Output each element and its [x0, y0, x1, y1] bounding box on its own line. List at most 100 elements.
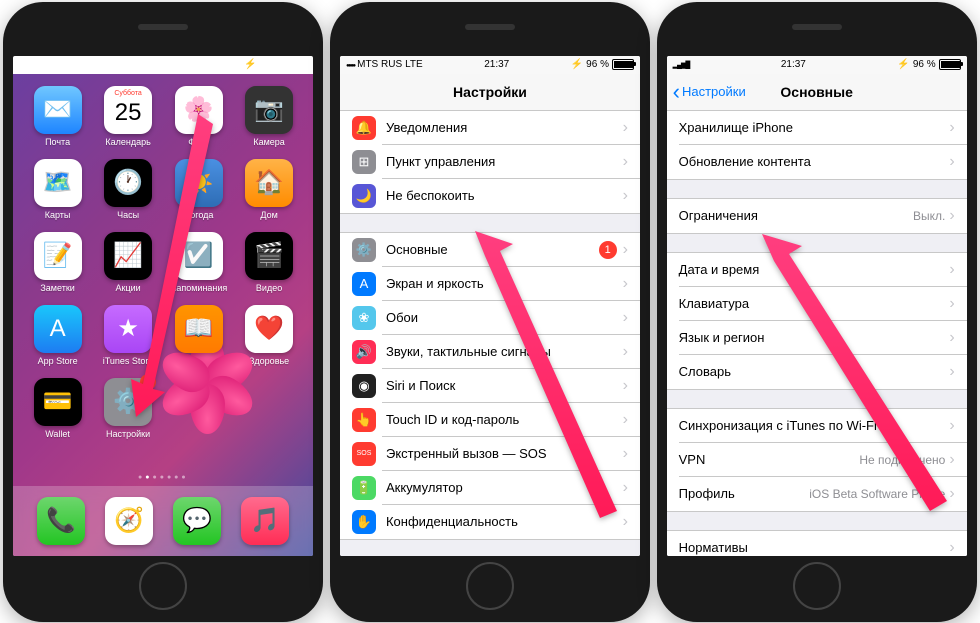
app-Карты[interactable]: 🗺️Карты [27, 159, 88, 220]
battery-icon [285, 59, 307, 70]
app-Календарь[interactable]: Суббота25Календарь [98, 86, 159, 147]
phone-general: 21:37 ⚡96 % Настройки Основные Хранилище… [657, 2, 977, 622]
app-Фото[interactable]: 🌸Фото [168, 86, 229, 147]
row-value: Не подключено [859, 453, 945, 467]
settings-row[interactable]: Клавиатура› [667, 287, 967, 321]
settings-row[interactable]: Дата и время› [667, 253, 967, 287]
app-iBooks[interactable]: 📖iBooks [168, 305, 229, 366]
settings-row[interactable]: Хранилище iPhone› [667, 111, 967, 145]
settings-row[interactable]: 🌙Не беспокоить› [340, 179, 640, 213]
settings-list[interactable]: 🔔Уведомления›⊞Пункт управления›🌙Не беспо… [340, 111, 640, 556]
app-Погода[interactable]: ☀️Погода [168, 159, 229, 220]
app-Wallet[interactable]: 💳Wallet [27, 378, 88, 439]
chevron-icon: › [623, 445, 628, 463]
app-Настройки[interactable]: ⚙️1Настройки [98, 378, 159, 439]
app-Видео[interactable]: 🎬Видео [239, 232, 300, 293]
row-icon: ❀ [352, 306, 376, 330]
settings-row[interactable]: VPNНе подключено› [667, 443, 967, 477]
row-label: Не беспокоить [386, 188, 623, 203]
dock-app[interactable]: 🎵 [241, 497, 289, 545]
settings-row[interactable]: Нормативы› [667, 531, 967, 556]
row-icon: 🔊 [352, 340, 376, 364]
app-iTunes Store[interactable]: ★iTunes Store [98, 305, 159, 366]
screen-home: MTS RUSLTE 21:36 ⚡96 % ✉️ПочтаСуббота25К… [13, 56, 313, 556]
settings-row[interactable]: Язык и регион› [667, 321, 967, 355]
settings-row[interactable]: Синхронизация с iTunes по Wi-Fi› [667, 409, 967, 443]
row-label: Словарь [679, 364, 950, 379]
app-Часы[interactable]: 🕐Часы [98, 159, 159, 220]
settings-row[interactable]: 🔔Уведомления› [340, 111, 640, 145]
home-button[interactable] [466, 562, 514, 610]
chevron-icon: › [949, 451, 954, 469]
settings-row[interactable]: ПрофильiOS Beta Software Profile› [667, 477, 967, 511]
phone-settings: MTS RUSLTE 21:37 ⚡96 % Настройки 🔔Уведом… [330, 2, 650, 622]
row-label: Siri и Поиск [386, 378, 623, 393]
row-label: Уведомления [386, 120, 623, 135]
chevron-icon: › [623, 309, 628, 327]
app-Камера[interactable]: 📷Камера [239, 86, 300, 147]
app-Почта[interactable]: ✉️Почта [27, 86, 88, 147]
dock: 📞 🧭 💬 🎵 [13, 486, 313, 556]
settings-row[interactable]: Словарь› [667, 355, 967, 389]
settings-row[interactable]: 👆Touch ID и код-пароль› [340, 403, 640, 437]
chevron-icon: › [623, 377, 628, 395]
home-button[interactable] [139, 562, 187, 610]
chevron-icon: › [949, 261, 954, 279]
phone-home: MTS RUSLTE 21:36 ⚡96 % ✉️ПочтаСуббота25К… [3, 2, 323, 622]
settings-row[interactable]: AЭкран и яркость› [340, 267, 640, 301]
settings-row[interactable]: ⊞Пункт управления› [340, 145, 640, 179]
settings-row[interactable]: Обновление контента› [667, 145, 967, 179]
status-bar: MTS RUSLTE 21:36 ⚡96 % [13, 56, 313, 74]
chevron-icon: › [623, 275, 628, 293]
signal-icon [346, 59, 354, 70]
status-bar: 21:37 ⚡96 % [667, 56, 967, 74]
signal-icon [19, 59, 27, 70]
clock: 21:36 [158, 59, 183, 70]
app-Дом[interactable]: 🏠Дом [239, 159, 300, 220]
dock-app[interactable]: 📞 [37, 497, 85, 545]
chevron-icon: › [623, 119, 628, 137]
row-label: Клавиатура [679, 296, 950, 311]
chevron-icon: › [949, 207, 954, 225]
row-label: Дата и время [679, 262, 950, 277]
app-Заметки[interactable]: 📝Заметки [27, 232, 88, 293]
clock: 21:37 [484, 59, 509, 70]
settings-row[interactable]: ⚙️Основные1› [340, 233, 640, 267]
app-Акции[interactable]: 📈Акции [98, 232, 159, 293]
chevron-icon: › [949, 363, 954, 381]
settings-row[interactable]: SOSЭкстренный вызов — SOS› [340, 437, 640, 471]
signal-icon [673, 59, 690, 70]
row-label: Touch ID и код-пароль [386, 412, 623, 427]
network: LTE [78, 59, 96, 70]
page-dots[interactable]: ●●●●●●● [13, 474, 313, 481]
home-button[interactable] [793, 562, 841, 610]
dock-app[interactable]: 🧭 [105, 497, 153, 545]
carrier: MTS RUS [30, 59, 75, 70]
back-button[interactable]: Настройки [673, 79, 746, 105]
clock: 21:37 [781, 59, 806, 70]
settings-row[interactable]: 🔊Звуки, тактильные сигналы› [340, 335, 640, 369]
home-screen[interactable]: ✉️ПочтаСуббота25Календарь🌸Фото📷Камера 🗺️К… [13, 74, 313, 556]
app-Напоминания[interactable]: ☑️Напоминания [168, 232, 229, 293]
dock-app[interactable]: 💬 [173, 497, 221, 545]
row-icon: 🔋 [352, 476, 376, 500]
settings-row[interactable]: ОграниченияВыкл.› [667, 199, 967, 233]
chevron-icon: › [949, 417, 954, 435]
row-label: Аккумулятор [386, 480, 623, 495]
page-title: Основные [780, 84, 853, 100]
settings-row[interactable]: 🔋Аккумулятор› [340, 471, 640, 505]
nav-bar: Настройки [340, 74, 640, 111]
row-label: Пункт управления [386, 154, 623, 169]
row-label: Профиль [679, 486, 810, 501]
app-App Store[interactable]: AApp Store [27, 305, 88, 366]
row-icon: ◉ [352, 374, 376, 398]
general-list[interactable]: Хранилище iPhone›Обновление контента›Огр… [667, 111, 967, 556]
app-Здоровье[interactable]: ❤️Здоровье [239, 305, 300, 366]
settings-row[interactable]: ◉ Siri и Поиск› [340, 369, 640, 403]
row-icon: ✋ [352, 510, 376, 534]
settings-row[interactable]: ❀Обои› [340, 301, 640, 335]
row-value: iOS Beta Software Profile [809, 487, 945, 501]
row-label: Обновление контента [679, 154, 950, 169]
row-value: Выкл. [913, 209, 945, 223]
settings-row[interactable]: ✋Конфиденциальность› [340, 505, 640, 539]
